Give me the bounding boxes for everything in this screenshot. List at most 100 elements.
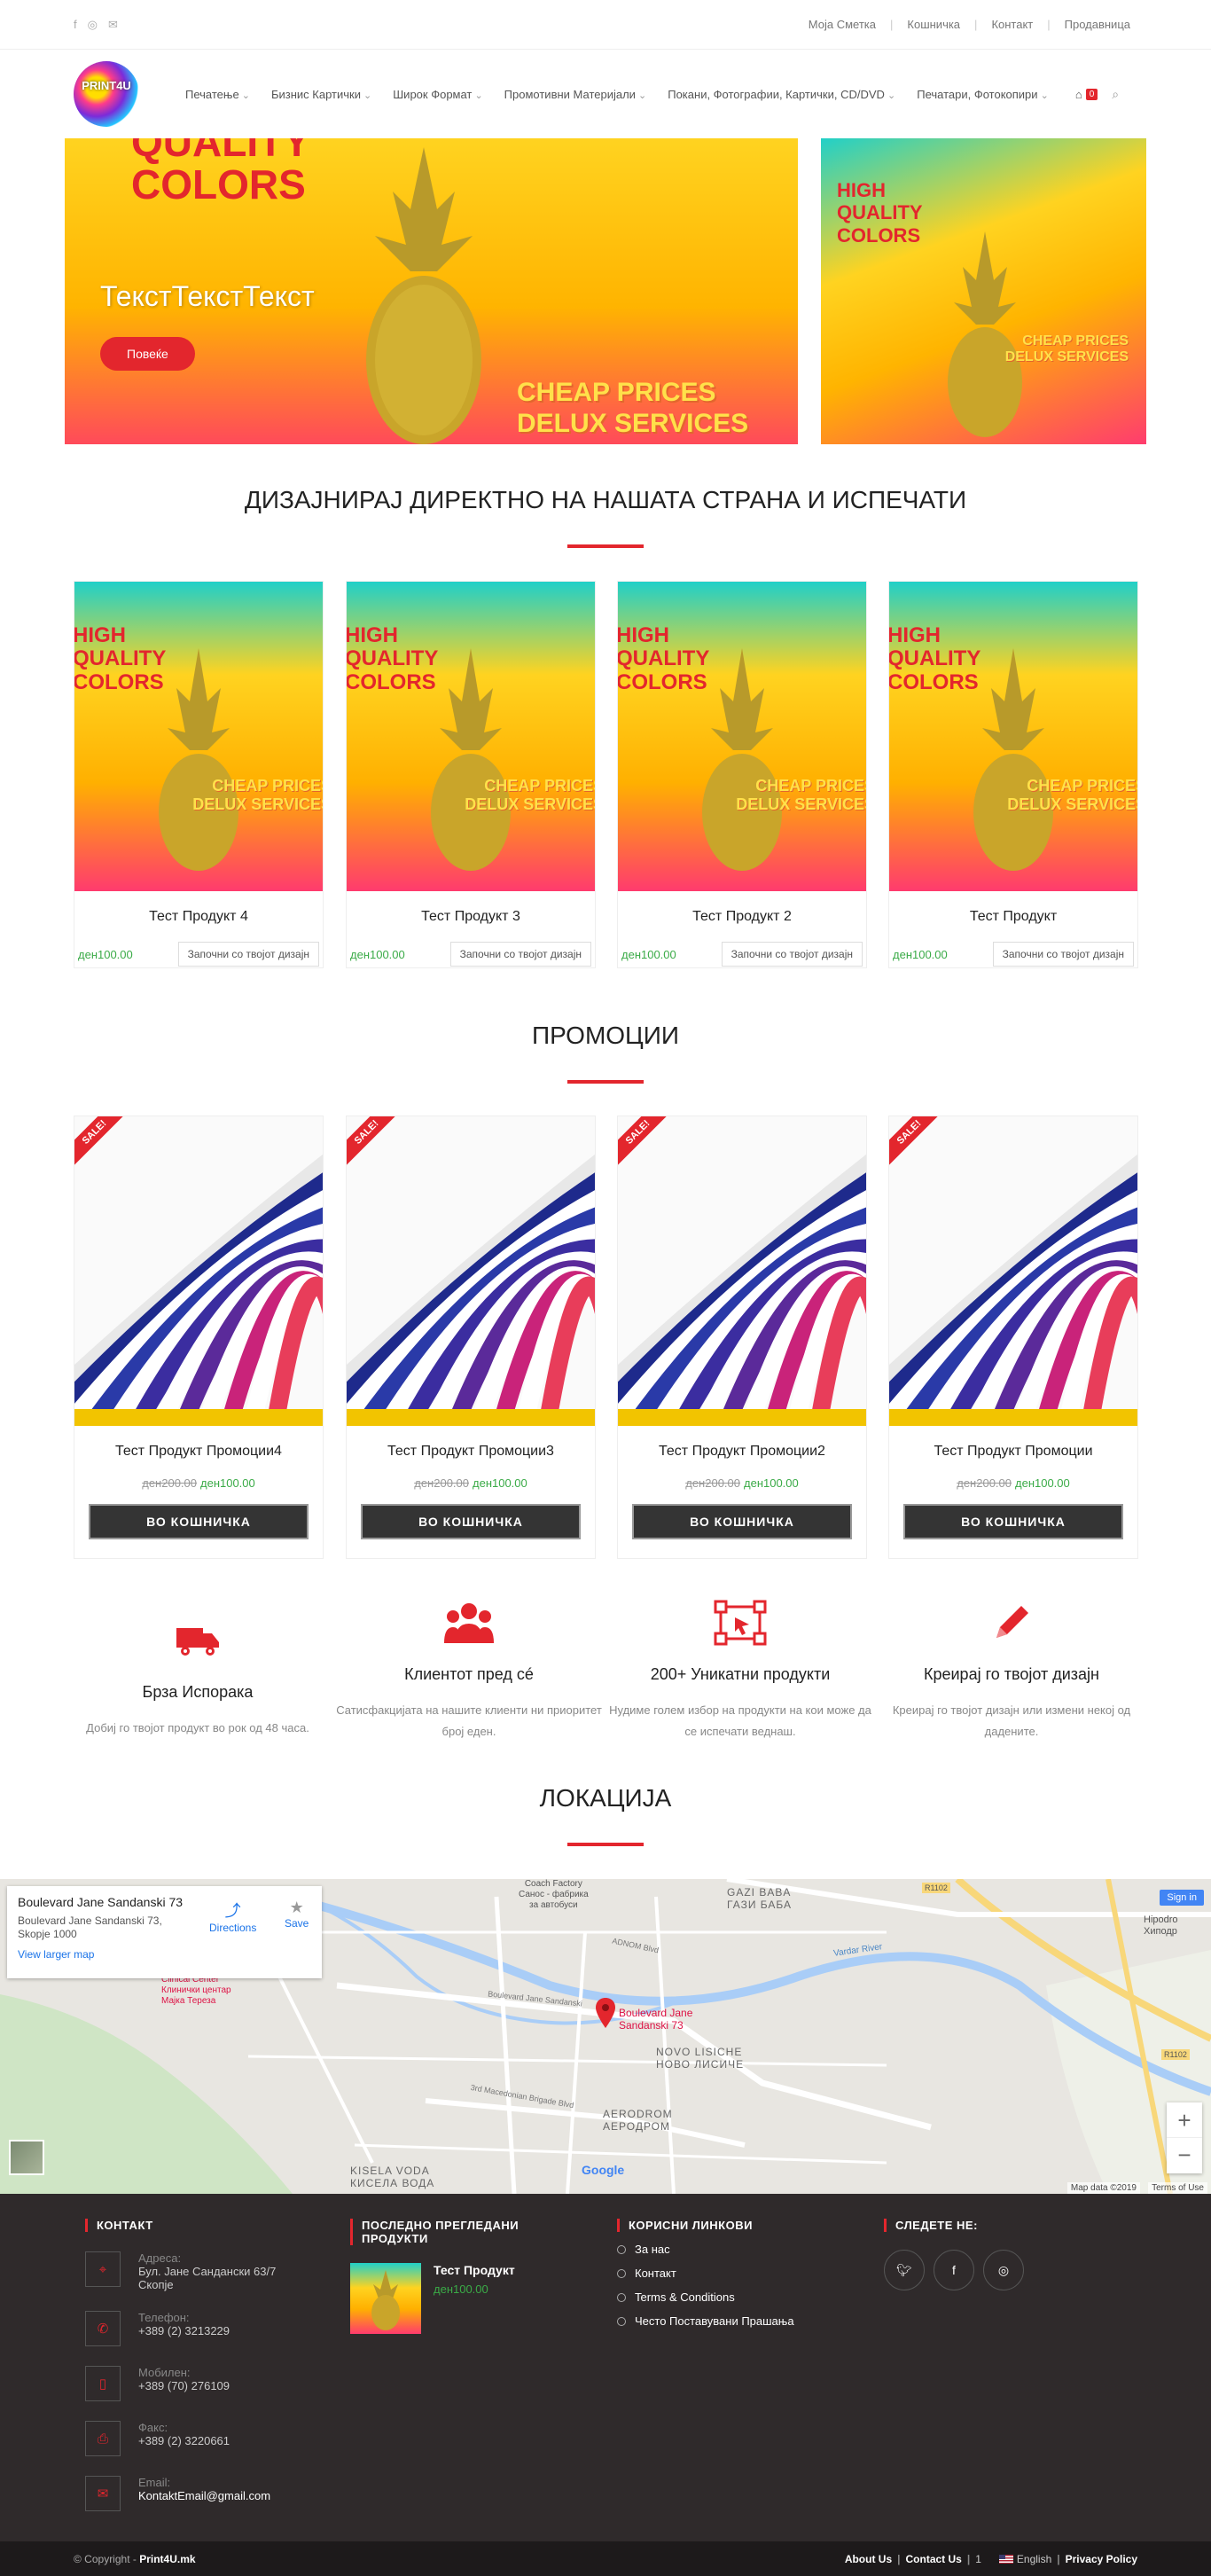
- old-price: ден200.00: [414, 1476, 469, 1490]
- bottom-link-contact[interactable]: Contact Us: [906, 2553, 962, 2565]
- contact-email-link[interactable]: KontaktEmail@gmail.com: [138, 2489, 270, 2502]
- add-to-cart-button[interactable]: ВО КОШНИЧКА: [361, 1504, 581, 1539]
- nav-item-wide-format[interactable]: Широк Формат: [382, 88, 493, 101]
- bottom-link-privacy[interactable]: Privacy Policy: [1066, 2553, 1137, 2565]
- start-design-button[interactable]: Започни со твојот дизајн: [992, 942, 1134, 967]
- instagram-icon[interactable]: ◎: [88, 18, 98, 32]
- location-section-title: ЛОКАЦИЈА: [539, 1784, 672, 1812]
- language-selector[interactable]: English: [998, 2553, 1051, 2565]
- side-banner[interactable]: HIGH QUALITY COLORS CHEAP PRICES DELUX SERV…: [821, 138, 1146, 444]
- footer-link-faq[interactable]: Често Поставувани Прашања: [617, 2314, 848, 2328]
- product-name[interactable]: Тест Продукт 2: [618, 909, 866, 927]
- nav-item-business-cards[interactable]: Бизнис Картички: [261, 88, 382, 101]
- section-divider: [567, 1080, 644, 1084]
- bottom-link-about[interactable]: About Us: [845, 2553, 892, 2565]
- hero-slider: QUALITY COLORS CHEAP PRICES DELUX SERVICES…: [65, 138, 798, 444]
- feature-text: Добиј го твојот продукт во рок од 48 час…: [86, 1721, 309, 1734]
- product-name[interactable]: Тест Продукт Промоции4: [74, 1444, 323, 1461]
- product-name[interactable]: Тест Продукт Промоции3: [347, 1444, 595, 1461]
- directions-button[interactable]: ⤴ Directions: [209, 1899, 256, 1934]
- product-name[interactable]: Тест Продукт Промоции2: [618, 1444, 866, 1461]
- start-design-button[interactable]: Започни со твојот дизајн: [177, 942, 319, 967]
- add-to-cart-button[interactable]: ВО КОШНИЧКА: [632, 1504, 852, 1539]
- sale-price: ден100.00: [1015, 1476, 1070, 1490]
- product-image[interactable]: HIGH QUALITY COLORS CHEAP PRICES DELUX SERVI…: [74, 582, 323, 891]
- design-product-card: HIGH QUALITY COLORS CHEAP PRICES DELUX SERVI…: [888, 581, 1138, 968]
- product-image[interactable]: HIGH QUALITY COLORS CHEAP PRICES DELUX SERVI…: [889, 582, 1137, 891]
- promo-product-card: SALE! Тест Продукт Промоции4 ден200.00 ден1…: [74, 1116, 324, 1559]
- map-card-address-line: Boulevard Jane Sandanski 73,: [18, 1914, 162, 1927]
- view-larger-map-link[interactable]: View larger map: [18, 1948, 311, 1961]
- map-sign-in-button[interactable]: Sign in: [1160, 1890, 1204, 1906]
- add-to-cart-button[interactable]: ВО КОШНИЧКА: [903, 1504, 1123, 1539]
- satellite-toggle[interactable]: [9, 2140, 44, 2175]
- contact-value[interactable]: +389 (70) 276109: [138, 2379, 230, 2392]
- product-image[interactable]: HIGH QUALITY COLORS CHEAP PRICES DELUX SERVI…: [618, 582, 866, 891]
- logo-text: PRINT4U: [82, 79, 131, 92]
- product-art-line: DELUX SERVICES: [192, 795, 323, 813]
- footer-heading: КОРИСНИ ЛИНКОВИ: [617, 2219, 848, 2232]
- product-name[interactable]: Тест Продукт 4: [74, 909, 323, 927]
- map-info-card: Boulevard Jane Sandanski 73 Boulevard Ja…: [7, 1886, 322, 1978]
- product-image[interactable]: SALE!: [889, 1116, 1137, 1426]
- recent-product[interactable]: Тест Продукт ден100.00: [350, 2263, 581, 2334]
- map-label-kisela-voda: KISELA VODA КИСЕЛА ВОДА: [350, 2165, 434, 2189]
- top-link-account[interactable]: Моја Сметка: [801, 18, 883, 31]
- footer-link-about[interactable]: За нас: [617, 2243, 848, 2256]
- nav-item-invitations[interactable]: Покани, Фотографии, Картички, CD/DVD: [657, 88, 906, 101]
- header-cart[interactable]: ⌂ 0: [1075, 88, 1098, 101]
- nav-item-promo-materials[interactable]: Промотивни Материјали: [494, 88, 658, 101]
- divider: |: [1057, 2552, 1060, 2565]
- product-image[interactable]: SALE!: [74, 1116, 323, 1426]
- top-link-contact[interactable]: Контакт: [984, 18, 1040, 31]
- zoom-out-button[interactable]: −: [1167, 2138, 1202, 2173]
- top-link-cart[interactable]: Кошничка: [900, 18, 967, 31]
- top-link-shop[interactable]: Продавница: [1058, 18, 1137, 31]
- old-price: ден200.00: [957, 1476, 1012, 1490]
- map-label-line: КИСЕЛА ВОДА: [350, 2177, 435, 2189]
- footer-link-contact[interactable]: Контакт: [617, 2267, 848, 2280]
- product-image[interactable]: HIGH QUALITY COLORS CHEAP PRICES DELUX SERVI…: [347, 582, 595, 891]
- start-design-button[interactable]: Започни со твојот дизајн: [721, 942, 863, 967]
- email-icon[interactable]: ✉: [108, 18, 118, 32]
- nav-item-printers[interactable]: Печатари, Фотокопири: [906, 88, 1059, 101]
- facebook-icon[interactable]: f: [934, 2250, 974, 2290]
- bottom-number: 1: [975, 2552, 981, 2565]
- contact-row: ✆ Телефон: +389 (2) 3213229: [85, 2311, 316, 2346]
- fax-icon: ⎙: [85, 2421, 121, 2456]
- footer-link-terms[interactable]: Terms & Conditions: [617, 2290, 848, 2304]
- instagram-icon[interactable]: ◎: [983, 2250, 1024, 2290]
- map-pin-icon[interactable]: [596, 1998, 615, 2032]
- site-logo[interactable]: PRINT4U: [74, 61, 139, 127]
- product-name[interactable]: Тест Продукт 3: [347, 909, 595, 927]
- copyright-brand-link[interactable]: Print4U.mk: [139, 2553, 195, 2565]
- product-image[interactable]: SALE!: [618, 1116, 866, 1426]
- truck-icon: [65, 1614, 331, 1667]
- sale-price: ден100.00: [744, 1476, 799, 1490]
- feature-title: Клиентот пред сé: [404, 1665, 534, 1683]
- product-name[interactable]: Тест Продукт: [889, 909, 1137, 927]
- google-map[interactable]: Coach Factory Санос - фабрика за автобуси …: [0, 1879, 1211, 2194]
- product-image[interactable]: SALE!: [347, 1116, 595, 1426]
- add-to-cart-button[interactable]: ВО КОШНИЧКА: [89, 1504, 309, 1539]
- side-tag-line: DELUX SERVICES: [1004, 349, 1129, 364]
- divider: |: [890, 18, 894, 31]
- mail-icon: ✉: [85, 2476, 121, 2511]
- contact-value[interactable]: +389 (2) 3213229: [138, 2324, 230, 2337]
- recent-product-name[interactable]: Тест Продукт: [434, 2263, 515, 2277]
- nav-item-printing[interactable]: Печатење: [175, 88, 261, 101]
- product-price: ден100.00: [350, 947, 405, 961]
- design-product-card: HIGH QUALITY COLORS CHEAP PRICES DELUX SERVI…: [74, 581, 324, 968]
- recent-product-thumbnail[interactable]: [350, 2263, 421, 2334]
- zoom-in-button[interactable]: +: [1167, 2102, 1202, 2138]
- map-terms-link[interactable]: Terms of Use: [1148, 2182, 1207, 2194]
- start-design-button[interactable]: Започни со твојот дизајн: [449, 942, 591, 967]
- search-icon[interactable]: ⌕: [1112, 87, 1119, 102]
- side-art-line: QUALITY: [837, 201, 923, 224]
- directions-label: Directions: [209, 1922, 257, 1934]
- twitter-icon[interactable]: 🐦︎: [884, 2250, 925, 2290]
- product-name[interactable]: Тест Продукт Промоции: [889, 1444, 1137, 1461]
- facebook-icon[interactable]: f: [74, 18, 77, 32]
- hero-more-button[interactable]: Повеќе: [100, 337, 195, 371]
- save-button[interactable]: ★ Save: [285, 1899, 309, 1930]
